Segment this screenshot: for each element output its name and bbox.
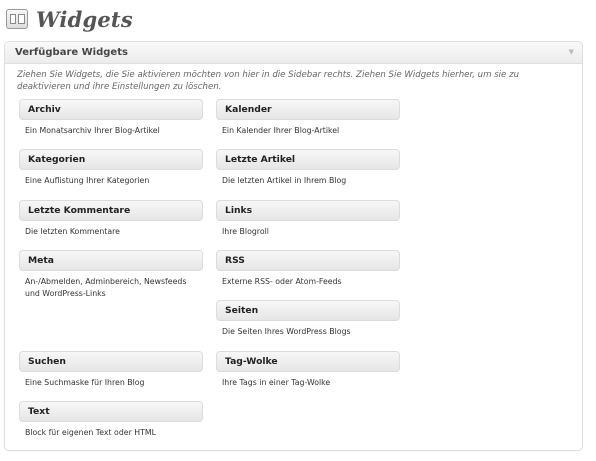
widget-description: Eine Auflistung Ihrer Kategorien	[25, 176, 150, 185]
panel-header[interactable]: Verfügbare Widgets ▼	[5, 42, 582, 64]
widget-kalender-handle[interactable]: Kalender	[216, 99, 400, 120]
widget-name: Text	[28, 406, 50, 417]
toggle-arrow-icon[interactable]: ▼	[569, 49, 574, 56]
widget-description: Ihre Tags in einer Tag-Wolke	[222, 378, 331, 387]
widget-suchen: Suchen Eine Suchmaske für Ihren Blog	[19, 351, 203, 389]
page-header: Widgets	[6, 5, 133, 33]
widget-description: An-/Abmelden, Adminbereich, Newsfeeds un…	[25, 277, 187, 298]
widget-name: Links	[225, 205, 253, 216]
widget-links: Links Ihre Blogroll	[216, 200, 400, 238]
widget-description: Die Seiten Ihres WordPress Blogs	[222, 327, 351, 336]
widget-description: Ihre Blogroll	[222, 227, 269, 236]
widget-links-handle[interactable]: Links	[216, 200, 400, 221]
widget-seiten: Seiten Die Seiten Ihres WordPress Blogs	[216, 300, 400, 338]
widget-name: Meta	[28, 255, 54, 266]
widget-tag-wolke: Tag-Wolke Ihre Tags in einer Tag-Wolke	[216, 351, 400, 389]
widget-description: Eine Suchmaske für Ihren Blog	[25, 378, 145, 387]
widgets-page: Widgets Verfügbare Widgets ▼ Ziehen Sie …	[0, 0, 596, 461]
widget-kategorien: Kategorien Eine Auflistung Ihrer Kategor…	[19, 149, 203, 187]
widget-rss-handle[interactable]: RSS	[216, 250, 400, 271]
widget-letzte-kommentare: Letzte Kommentare Die letzten Kommentare	[19, 200, 203, 238]
widget-seiten-handle[interactable]: Seiten	[216, 300, 400, 321]
widget-name: Archiv	[28, 104, 61, 115]
widget-archiv-handle[interactable]: Archiv	[19, 99, 203, 120]
widget-letzte-kommentare-handle[interactable]: Letzte Kommentare	[19, 200, 203, 221]
widget-name: Suchen	[28, 356, 66, 367]
widget-meta: Meta An-/Abmelden, Adminbereich, Newsfee…	[19, 250, 203, 300]
widget-description: Externe RSS- oder Atom-Feeds	[222, 277, 342, 286]
widget-description: Block für eigenen Text oder HTML	[25, 428, 156, 437]
widgets-icon	[6, 9, 28, 29]
widget-archiv: Archiv Ein Monatsarchiv Ihrer Blog-Artik…	[19, 99, 203, 137]
widget-rss: RSS Externe RSS- oder Atom-Feeds	[216, 250, 400, 288]
widget-name: Tag-Wolke	[225, 356, 278, 367]
widget-description: Die letzten Artikel in Ihrem Blog	[222, 176, 347, 185]
widget-text-handle[interactable]: Text	[19, 401, 203, 422]
widget-letzte-artikel-handle[interactable]: Letzte Artikel	[216, 149, 400, 170]
widget-suchen-handle[interactable]: Suchen	[19, 351, 203, 372]
available-widgets-panel: Verfügbare Widgets ▼ Ziehen Sie Widgets,…	[4, 41, 583, 451]
widget-kalender: Kalender Ein Kalender Ihrer Blog-Artikel	[216, 99, 400, 137]
widget-kategorien-handle[interactable]: Kategorien	[19, 149, 203, 170]
widget-letzte-artikel: Letzte Artikel Die letzten Artikel in Ih…	[216, 149, 400, 187]
panel-title: Verfügbare Widgets	[15, 47, 128, 58]
widget-name: RSS	[225, 255, 245, 266]
widget-name: Letzte Kommentare	[28, 205, 131, 216]
widget-name: Letzte Artikel	[225, 154, 296, 165]
widget-description: Die letzten Kommentare	[25, 227, 120, 236]
widget-tag-wolke-handle[interactable]: Tag-Wolke	[216, 351, 400, 372]
widget-name: Kategorien	[28, 154, 86, 165]
widget-name: Seiten	[225, 305, 259, 316]
page-title: Widgets	[36, 6, 133, 32]
widget-description: Ein Monatsarchiv Ihrer Blog-Artikel	[25, 126, 160, 135]
widget-name: Kalender	[225, 104, 272, 115]
widget-description: Ein Kalender Ihrer Blog-Artikel	[222, 126, 340, 135]
widget-text: Text Block für eigenen Text oder HTML	[19, 401, 203, 439]
panel-description: Ziehen Sie Widgets, die Sie aktivieren m…	[17, 70, 520, 92]
widget-meta-handle[interactable]: Meta	[19, 250, 203, 271]
